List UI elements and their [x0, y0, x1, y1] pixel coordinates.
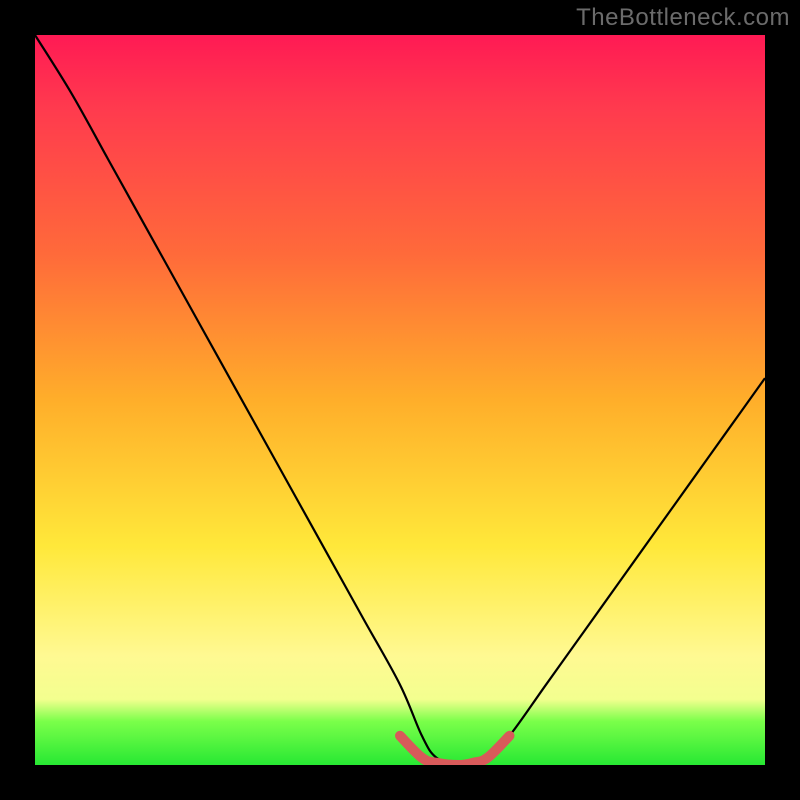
curve-layer	[35, 35, 765, 765]
bottleneck-curve	[35, 35, 765, 765]
chart-frame: TheBottleneck.com	[0, 0, 800, 800]
plot-area	[35, 35, 765, 765]
optimal-band	[400, 736, 510, 765]
watermark-text: TheBottleneck.com	[576, 4, 790, 32]
